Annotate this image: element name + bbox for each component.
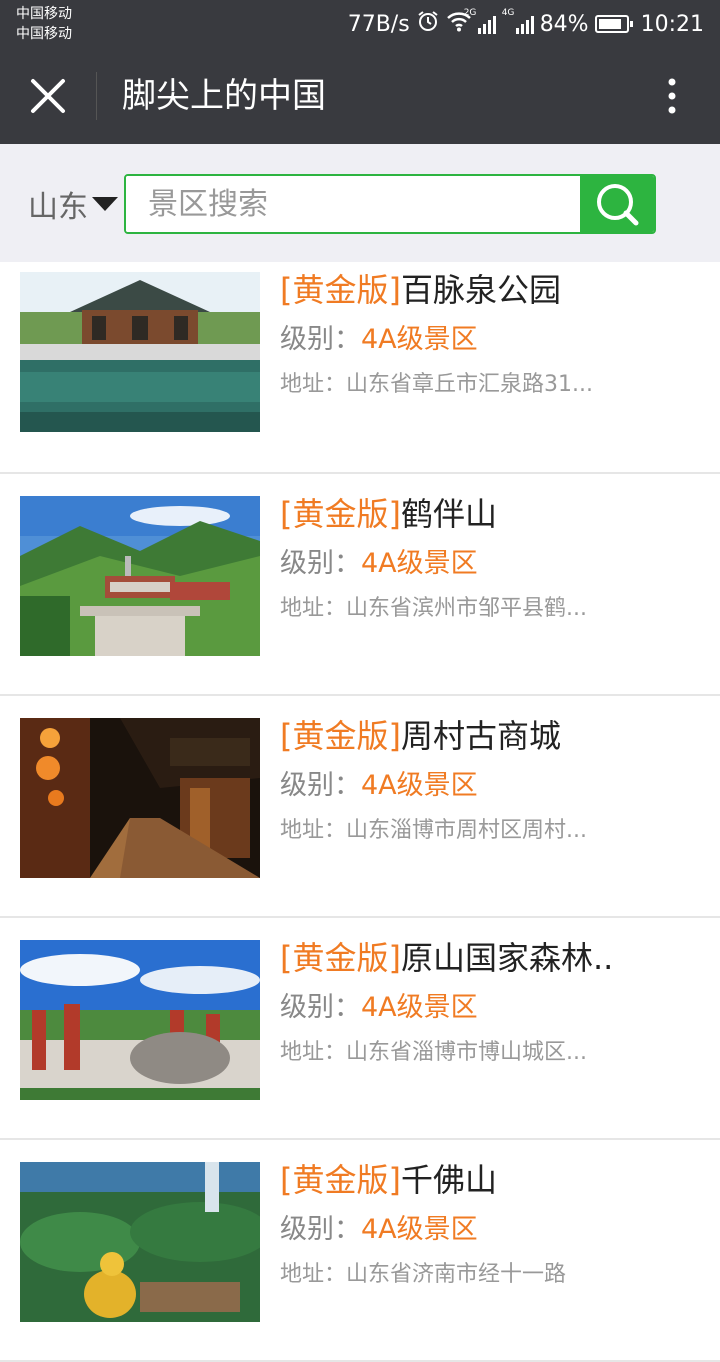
search-icon [597,184,639,226]
carrier-info: 中国移动 中国移动 [16,4,72,44]
item-name: 周村古商城 [400,717,561,755]
region-selector[interactable]: 山东 [28,184,118,225]
signal-2g-icon: 2G [464,8,496,34]
level-label: 级别： [280,324,361,355]
item-address: 地址：山东省淄博市博山城区... [280,1040,587,1065]
clock: 10:21 [640,11,704,37]
battery-percent: 84% [539,11,589,37]
item-name: 百脉泉公园 [400,271,561,309]
item-level: 级别：4A级景区 [280,1212,700,1248]
caret-down-icon [92,197,118,211]
list-item[interactable]: [黄金版]百脉泉公园 级别：4A级景区 地址：山东省章丘市汇泉路31... [0,262,720,474]
level-value: 4A级景区 [361,324,478,355]
level-value: 4A级景区 [361,992,478,1023]
item-name: 鹤伴山 [400,495,497,533]
app-bar: 脚尖上的中国 [0,48,720,144]
net-type-2: 4G [501,8,515,18]
list-item[interactable]: [黄金版]周村古商城 级别：4A级景区 地址：山东淄博市周村区周村... [0,696,720,918]
search-button[interactable] [580,176,654,232]
item-title: [黄金版]百脉泉公园 [280,270,700,310]
item-title: [黄金版]千佛山 [280,1160,700,1200]
scenic-thumbnail [20,718,260,878]
battery-icon [594,15,633,33]
scenic-thumbnail [20,496,260,656]
gold-badge: [黄金版] [280,717,401,755]
item-info: [黄金版]千佛山 级别：4A级景区 地址：山东省济南市经十一路 [280,1160,700,1290]
item-address: 地址：山东淄博市周村区周村... [280,818,587,843]
level-value: 4A级景区 [361,770,478,801]
level-label: 级别： [280,1214,361,1245]
list-item[interactable]: [黄金版]鹤伴山 级别：4A级景区 地址：山东省滨州市邹平县鹤... [0,474,720,696]
status-bar: 中国移动 中国移动 77B/s 2G 4G 84% 10:21 [0,0,720,48]
region-label: 山东 [28,190,88,225]
more-button[interactable] [660,76,684,116]
item-title: [黄金版]鹤伴山 [280,494,700,534]
appbar-divider [96,72,97,120]
item-address: 地址：山东省章丘市汇泉路31... [280,372,593,397]
alarm-icon [416,9,440,39]
close-button[interactable] [22,72,74,120]
search-input[interactable] [126,176,582,232]
gold-badge: [黄金版] [280,1161,401,1199]
item-info: [黄金版]原山国家森林.. 级别：4A级景区 地址：山东省淄博市博山城区... [280,938,700,1068]
scenic-thumbnail [20,1162,260,1322]
search-box [124,174,656,234]
signal-4g-icon: 4G [502,8,534,34]
more-vertical-icon [668,78,676,114]
list-item[interactable]: [黄金版]千佛山 级别：4A级景区 地址：山东省济南市经十一路 [0,1140,720,1362]
carrier-1: 中国移动 [16,6,72,22]
scenic-thumbnail [20,940,260,1100]
item-title: [黄金版]原山国家森林.. [280,938,700,978]
gold-badge: [黄金版] [280,271,401,309]
item-name: 原山国家森林.. [400,939,614,977]
scenic-list: [黄金版]百脉泉公园 级别：4A级景区 地址：山东省章丘市汇泉路31... [黄… [0,262,720,1362]
item-level: 级别：4A级景区 [280,768,700,804]
carrier-2: 中国移动 [16,26,72,42]
scenic-thumbnail [20,272,260,432]
net-type-1: 2G [463,8,477,18]
status-icons: 77B/s 2G 4G 84% 10:21 [348,8,704,40]
item-info: [黄金版]周村古商城 级别：4A级景区 地址：山东淄博市周村区周村... [280,716,700,846]
level-label: 级别： [280,770,361,801]
level-label: 级别： [280,548,361,579]
item-info: [黄金版]百脉泉公园 级别：4A级景区 地址：山东省章丘市汇泉路31... [280,270,700,400]
gold-badge: [黄金版] [280,939,401,977]
level-value: 4A级景区 [361,548,478,579]
item-title: [黄金版]周村古商城 [280,716,700,756]
level-value: 4A级景区 [361,1214,478,1245]
item-level: 级别：4A级景区 [280,322,700,358]
item-level: 级别：4A级景区 [280,990,700,1026]
close-icon [31,79,65,113]
network-speed: 77B/s [347,11,410,37]
item-info: [黄金版]鹤伴山 级别：4A级景区 地址：山东省滨州市邹平县鹤... [280,494,700,624]
item-address: 地址：山东省滨州市邹平县鹤... [280,596,587,621]
level-label: 级别： [280,992,361,1023]
list-item[interactable]: [黄金版]原山国家森林.. 级别：4A级景区 地址：山东省淄博市博山城区... [0,918,720,1140]
item-name: 千佛山 [400,1161,497,1199]
search-bar: 山东 [0,144,720,262]
gold-badge: [黄金版] [280,495,401,533]
item-level: 级别：4A级景区 [280,546,700,582]
page-title: 脚尖上的中国 [122,76,326,116]
item-address: 地址：山东省济南市经十一路 [280,1262,567,1287]
